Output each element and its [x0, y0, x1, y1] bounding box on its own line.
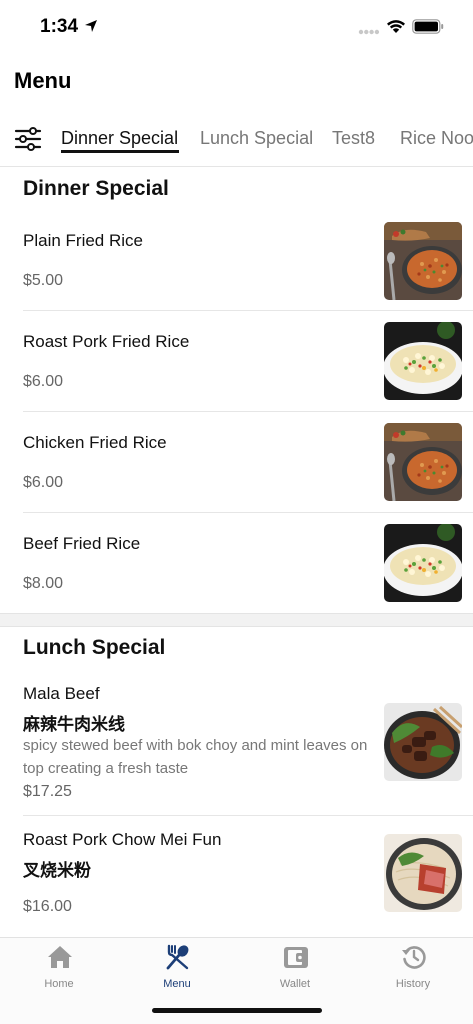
section-title-dinner-special: Dinner Special — [23, 177, 169, 200]
menu-item-name: Mala Beef — [23, 684, 100, 703]
menu-item[interactable]: Mala Beef 麻辣牛肉米线 spicy stewed beef with … — [0, 670, 473, 816]
menu-list: Dinner Special Plain Fried Rice $5.00 Ro… — [0, 167, 473, 937]
tab-rice-noodles[interactable]: Rice Noodles — [400, 128, 473, 149]
tab-test8[interactable]: Test8 — [332, 128, 375, 149]
location-arrow-icon — [85, 20, 97, 32]
menu-item[interactable]: Beef Fried Rice $8.00 — [0, 513, 473, 613]
category-tabs: Dinner Special Lunch Special Test8 Rice … — [0, 112, 473, 167]
menu-item-chinese-name: 叉烧米粉 — [23, 861, 91, 880]
nav-wallet[interactable]: Wallet — [236, 944, 354, 994]
tab-dinner-special[interactable]: Dinner Special — [61, 128, 178, 149]
menu-item-name: Roast Pork Chow Mei Fun — [23, 830, 222, 849]
page-title: Menu — [14, 68, 72, 93]
menu-item-name: Plain Fried Rice — [23, 231, 143, 250]
wifi-icon — [387, 20, 405, 33]
nav-menu[interactable]: Menu — [118, 944, 236, 994]
menu-item[interactable]: Chicken Fried Rice $6.00 — [0, 412, 473, 513]
nav-history[interactable]: History — [354, 944, 472, 994]
battery-icon — [412, 19, 444, 34]
history-icon — [402, 946, 426, 969]
fried-rice-plate-photo — [384, 524, 462, 602]
home-indicator — [152, 1008, 322, 1013]
nav-label-wallet: Wallet — [279, 978, 311, 990]
menu-item-price: $8.00 — [23, 575, 64, 592]
active-tab-indicator — [61, 150, 179, 153]
menu-item-description: spicy stewed beef with bok choy and mint… — [23, 737, 368, 777]
cellular-signal-icon — [358, 29, 380, 35]
menu-item-price: $5.00 — [23, 272, 64, 289]
menu-item-price: $6.00 — [23, 474, 64, 491]
beef-noodle-soup-photo — [384, 703, 462, 781]
home-icon — [48, 946, 72, 968]
menu-item[interactable]: Plain Fried Rice $5.00 — [0, 211, 473, 311]
section-title-lunch-special: Lunch Special — [23, 636, 166, 659]
nav-label-home: Home — [44, 978, 74, 990]
menu-item-price: $17.25 — [23, 783, 72, 800]
nav-label-menu: Menu — [163, 978, 191, 990]
section-separator — [0, 613, 473, 627]
fried-rice-plate-photo — [384, 322, 462, 400]
nav-home[interactable]: Home — [0, 944, 118, 994]
menu-item-price: $6.00 — [23, 373, 64, 390]
roast-pork-noodle-photo — [384, 834, 462, 912]
fork-spoon-icon — [166, 944, 189, 970]
status-bar: 1:34 — [0, 0, 473, 54]
menu-item-price: $16.00 — [23, 898, 72, 915]
status-time: 1:34 — [40, 16, 79, 37]
menu-item-name: Roast Pork Fried Rice — [23, 332, 190, 351]
menu-item-chinese-name: 麻辣牛肉米线 — [23, 715, 125, 734]
nav-label-history: History — [395, 978, 431, 990]
menu-item-name: Chicken Fried Rice — [23, 433, 167, 452]
fried-rice-photo — [384, 423, 462, 501]
wallet-icon — [284, 947, 308, 968]
menu-item[interactable]: Roast Pork Fried Rice $6.00 — [0, 311, 473, 412]
fried-rice-photo — [384, 222, 462, 300]
menu-item[interactable]: Roast Pork Chow Mei Fun 叉烧米粉 $16.00 — [0, 816, 473, 936]
filter-sliders-icon[interactable] — [14, 126, 42, 152]
menu-item-name: Beef Fried Rice — [23, 534, 141, 553]
tab-lunch-special[interactable]: Lunch Special — [200, 128, 313, 149]
